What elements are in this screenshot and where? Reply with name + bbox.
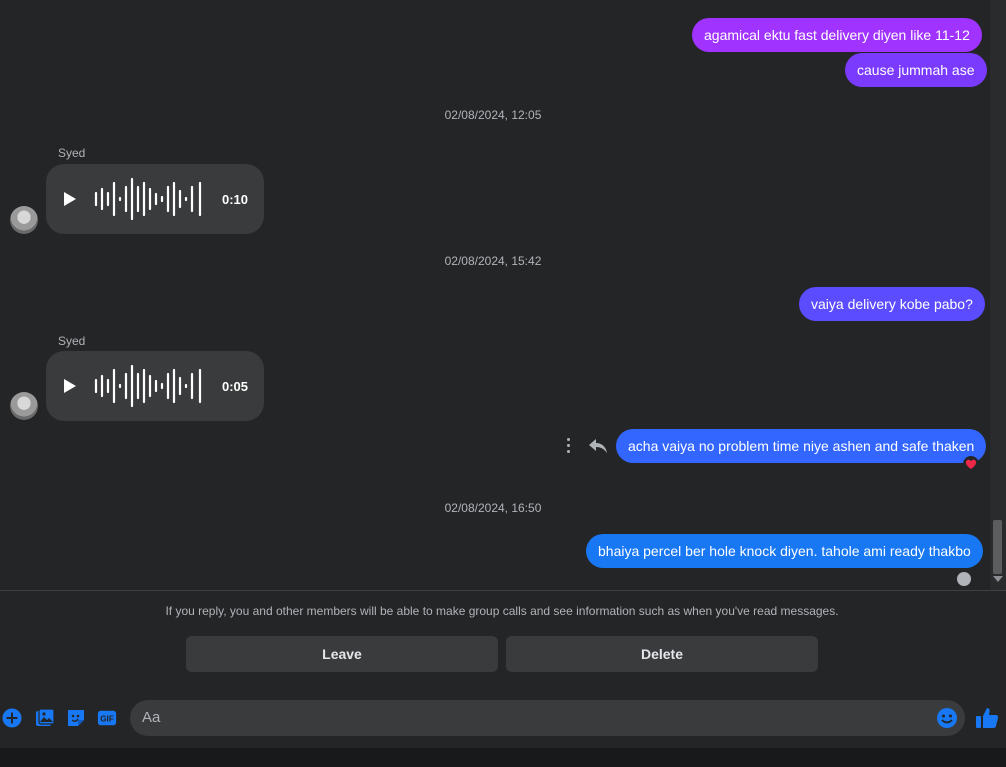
message-bubble[interactable]: bhaiya percel ber hole knock diyen. taho…	[586, 534, 983, 568]
timestamp: 02/08/2024, 15:42	[444, 254, 542, 268]
leave-button[interactable]: Leave	[186, 636, 498, 672]
scrollbar[interactable]	[990, 0, 1006, 590]
image-icon[interactable]	[35, 708, 55, 728]
divider	[0, 590, 1006, 591]
play-icon[interactable]	[64, 379, 76, 393]
play-icon[interactable]	[64, 192, 76, 206]
audio-duration: 0:10	[222, 192, 249, 207]
group-notice: If you reply, you and other members will…	[165, 604, 839, 618]
window-bottom-bar	[0, 748, 1006, 767]
sender-name: Syed	[58, 334, 86, 348]
waveform	[94, 364, 202, 408]
scroll-thumb[interactable]	[993, 520, 1002, 574]
plus-circle-icon[interactable]	[2, 708, 22, 728]
message-input[interactable]: Aa	[130, 700, 965, 736]
delete-button[interactable]: Delete	[506, 636, 818, 672]
timestamp: 02/08/2024, 16:50	[444, 501, 542, 515]
message-input-placeholder: Aa	[142, 709, 161, 726]
more-icon[interactable]	[566, 438, 572, 454]
audio-message[interactable]: 0:10	[46, 164, 264, 234]
reply-icon[interactable]	[588, 437, 608, 455]
message-bubble[interactable]: vaiya delivery kobe pabo?	[799, 287, 985, 321]
sender-name: Syed	[58, 146, 86, 160]
waveform	[94, 177, 202, 221]
timestamp: 02/08/2024, 12:05	[444, 108, 542, 122]
sticker-icon[interactable]	[66, 708, 86, 728]
avatar[interactable]	[10, 206, 38, 234]
message-bubble[interactable]: cause jummah ase	[845, 53, 987, 87]
message-bubble[interactable]: acha vaiya no problem time niye ashen an…	[616, 429, 987, 463]
svg-text:GIF: GIF	[100, 715, 114, 724]
audio-duration: 0:05	[222, 379, 249, 394]
message-bubble[interactable]: agamical ektu fast delivery diyen like 1…	[692, 18, 982, 52]
gif-icon[interactable]: GIF	[97, 708, 117, 728]
seen-avatar-icon	[957, 572, 971, 586]
heart-reaction-icon[interactable]	[962, 456, 980, 472]
audio-message[interactable]: 0:05	[46, 351, 264, 421]
emoji-icon[interactable]	[936, 707, 958, 729]
scroll-down-arrow-icon[interactable]	[993, 576, 1003, 582]
message-list: agamical ektu fast delivery diyen like 1…	[0, 0, 990, 590]
thumbs-up-icon[interactable]	[975, 706, 999, 730]
avatar[interactable]	[10, 392, 38, 420]
